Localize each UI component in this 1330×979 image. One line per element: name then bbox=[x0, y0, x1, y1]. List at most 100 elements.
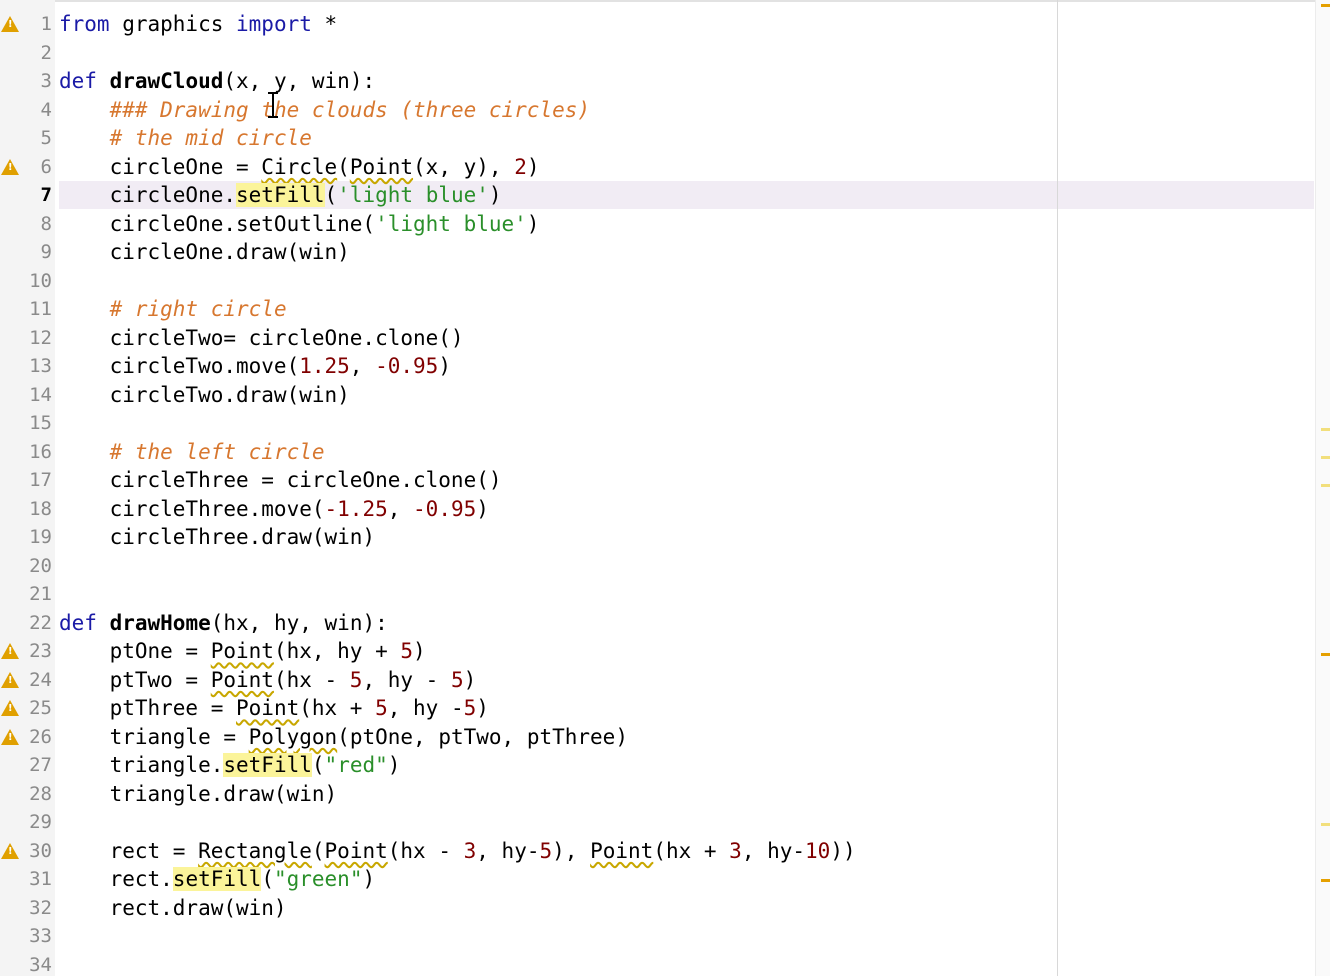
code-line[interactable]: circleThree = circleOne.clone() bbox=[59, 466, 502, 494]
code-token: Point bbox=[210, 667, 274, 692]
code-line[interactable]: def drawCloud(x, y, win): bbox=[59, 67, 375, 95]
code-line[interactable]: rect.setFill("green") bbox=[59, 865, 375, 893]
code-line[interactable]: triangle.setFill("red") bbox=[59, 751, 400, 779]
code-token: ) bbox=[387, 753, 401, 777]
line-number: 18 bbox=[29, 497, 52, 520]
code-token: ) bbox=[526, 154, 540, 179]
code-token: (hx + bbox=[653, 838, 730, 863]
code-token: 10 bbox=[805, 838, 831, 863]
line-number: 5 bbox=[40, 127, 52, 149]
code-token: , bbox=[387, 496, 414, 521]
code-line[interactable]: ptOne = Point(hx, hy + 5) bbox=[59, 637, 426, 665]
code-token: (ptOne, ptTwo, ptThree) bbox=[337, 724, 628, 749]
line-number: 34 bbox=[29, 953, 52, 976]
overview-warning-marker[interactable] bbox=[1321, 879, 1330, 883]
code-token: , hy - bbox=[387, 696, 464, 720]
code-line[interactable]: circleTwo.draw(win) bbox=[59, 381, 350, 409]
code-line[interactable]: from graphics import * bbox=[59, 10, 337, 38]
overview-occurrence-marker[interactable] bbox=[1321, 427, 1330, 431]
code-line[interactable]: rect.draw(win) bbox=[59, 894, 287, 922]
overview-ruler[interactable] bbox=[1315, 0, 1330, 976]
warning-icon[interactable] bbox=[1, 16, 19, 32]
code-line[interactable]: # the mid circle bbox=[59, 124, 312, 152]
code-token: ) bbox=[438, 354, 451, 378]
code-token: 'light blue' bbox=[337, 183, 489, 207]
code-token: Point bbox=[324, 838, 388, 863]
line-number: 17 bbox=[29, 469, 52, 491]
line-number: 2 bbox=[40, 41, 52, 64]
code-token: circleThree.draw(win) bbox=[59, 525, 376, 549]
warning-icon[interactable] bbox=[1, 700, 19, 716]
warning-icon[interactable] bbox=[1, 643, 19, 659]
code-line[interactable]: circleTwo.move(1.25, -0.95) bbox=[59, 352, 451, 380]
code-line[interactable]: ptThree = Point(hx + 5, hy -5) bbox=[59, 694, 489, 722]
code-token: ( bbox=[261, 867, 274, 891]
code-line[interactable]: circleOne.setFill('light blue') bbox=[59, 181, 502, 209]
code-line[interactable]: circleTwo= circleOne.clone() bbox=[59, 324, 464, 352]
code-line[interactable]: circleOne.setOutline('light blue') bbox=[59, 210, 540, 238]
code-line[interactable]: circleThree.draw(win) bbox=[59, 523, 376, 551]
code-token: circleOne = bbox=[59, 154, 262, 179]
code-line[interactable]: circleOne = Circle(Point(x, y), 2) bbox=[59, 153, 540, 181]
overview-warning-marker[interactable] bbox=[1321, 4, 1330, 7]
code-line[interactable]: triangle = Polygon(ptOne, ptTwo, ptThree… bbox=[59, 723, 628, 751]
line-number: 30 bbox=[29, 839, 52, 862]
code-token: 2 bbox=[514, 154, 527, 179]
line-number: 19 bbox=[29, 526, 52, 548]
warning-icon[interactable] bbox=[1, 671, 19, 688]
code-line[interactable]: circleThree.move(-1.25, -0.95) bbox=[59, 495, 489, 523]
code-text-area[interactable]: from graphics import * def drawCloud(x, y… bbox=[59, 0, 1314, 976]
code-token: (hx + bbox=[299, 696, 376, 720]
warning-icon[interactable] bbox=[1, 158, 19, 175]
code-line[interactable]: triangle.draw(win) bbox=[59, 780, 338, 808]
code-token: ) bbox=[488, 183, 502, 207]
line-number: 32 bbox=[29, 896, 52, 919]
overview-occurrence-marker[interactable] bbox=[1321, 455, 1330, 459]
code-line[interactable]: def drawHome(hx, hy, win): bbox=[59, 609, 388, 637]
code-token: (hx, hy, win): bbox=[210, 610, 388, 635]
overview-occurrence-marker[interactable] bbox=[1321, 822, 1330, 826]
code-token: 5 bbox=[539, 838, 553, 863]
overview-occurrence-marker[interactable] bbox=[1321, 484, 1330, 487]
code-token: ptThree = bbox=[59, 696, 237, 720]
line-number: 8 bbox=[40, 212, 52, 235]
code-token: ) bbox=[476, 696, 489, 720]
code-token: ), bbox=[552, 838, 591, 863]
code-line[interactable]: ptTwo = Point(hx - 5, hy - 5) bbox=[59, 666, 477, 694]
code-token: setFill bbox=[172, 867, 262, 891]
line-number: 6 bbox=[40, 155, 52, 178]
warning-icon[interactable] bbox=[1, 842, 19, 859]
code-token: Rectangle bbox=[198, 838, 312, 863]
line-number: 28 bbox=[29, 782, 52, 805]
code-token: -0.95 bbox=[413, 496, 477, 521]
code-token: import bbox=[236, 12, 312, 36]
code-token: # the left circle bbox=[109, 439, 325, 464]
overview-warning-marker[interactable] bbox=[1321, 653, 1330, 657]
code-token: 3 bbox=[463, 838, 477, 863]
code-token: circleThree.move( bbox=[59, 496, 325, 521]
code-token: ( bbox=[311, 753, 325, 777]
code-token: , hy- bbox=[741, 838, 806, 863]
code-editor[interactable]: 1234567891011121314151617181920212223242… bbox=[0, 0, 1330, 976]
code-line[interactable]: rect = Rectangle(Point(hx - 3, hy-5), Po… bbox=[59, 837, 856, 865]
code-line[interactable]: circleOne.draw(win) bbox=[59, 238, 350, 266]
line-number: 7 bbox=[40, 184, 52, 206]
code-token: ( bbox=[311, 838, 325, 863]
code-line[interactable]: # right circle bbox=[59, 295, 287, 323]
code-line[interactable]: ### Drawing the clouds (three circles) bbox=[59, 96, 590, 124]
code-token: triangle.draw(win) bbox=[59, 781, 338, 806]
code-token: ) bbox=[413, 639, 426, 663]
code-line[interactable]: # the left circle bbox=[59, 438, 325, 466]
code-token: 5 bbox=[450, 667, 464, 692]
code-token: def bbox=[59, 610, 97, 635]
line-number-gutter: 1 2 3 4 5 6 7 8 9 10 11 12 13 14 15 16 17 18 19 20 21 22 23 24 2… bbox=[22, 0, 55, 976]
warning-icon[interactable] bbox=[1, 728, 19, 745]
code-token: Point bbox=[210, 639, 274, 663]
code-token: "red" bbox=[324, 753, 388, 777]
code-token: triangle. bbox=[59, 753, 224, 777]
line-number: 20 bbox=[29, 554, 52, 577]
line-number: 16 bbox=[29, 440, 52, 463]
